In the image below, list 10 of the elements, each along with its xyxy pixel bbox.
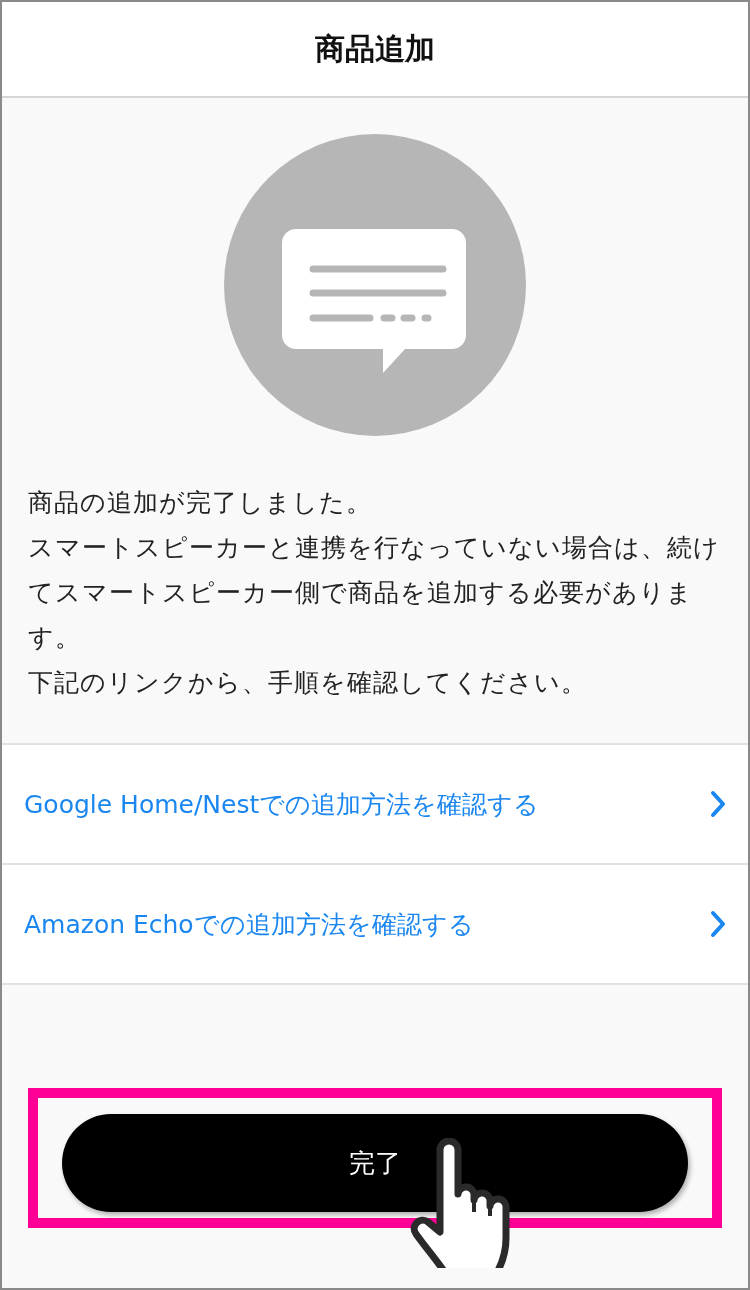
chevron-right-icon (710, 910, 726, 938)
screen-title: 商品追加 (315, 29, 435, 68)
chevron-right-icon (710, 790, 726, 818)
guide-link[interactable]: Google Home/Nestでの追加方法を確認する (2, 745, 748, 865)
guide-link[interactable]: Amazon Echoでの追加方法を確認する (2, 865, 748, 985)
message-text: 商品の追加が完了しました。 (28, 487, 373, 519)
message-text: スマートスピーカーと連携を行なっていない場合は、続けてスマートスピーカー側で商品を追加する必要があります。 (28, 532, 721, 654)
chat-bubble-icon (224, 134, 526, 436)
message-text: 下記のリンクから、手順を確認してください。 (28, 667, 588, 699)
done-button[interactable]: 完了 (62, 1114, 688, 1212)
